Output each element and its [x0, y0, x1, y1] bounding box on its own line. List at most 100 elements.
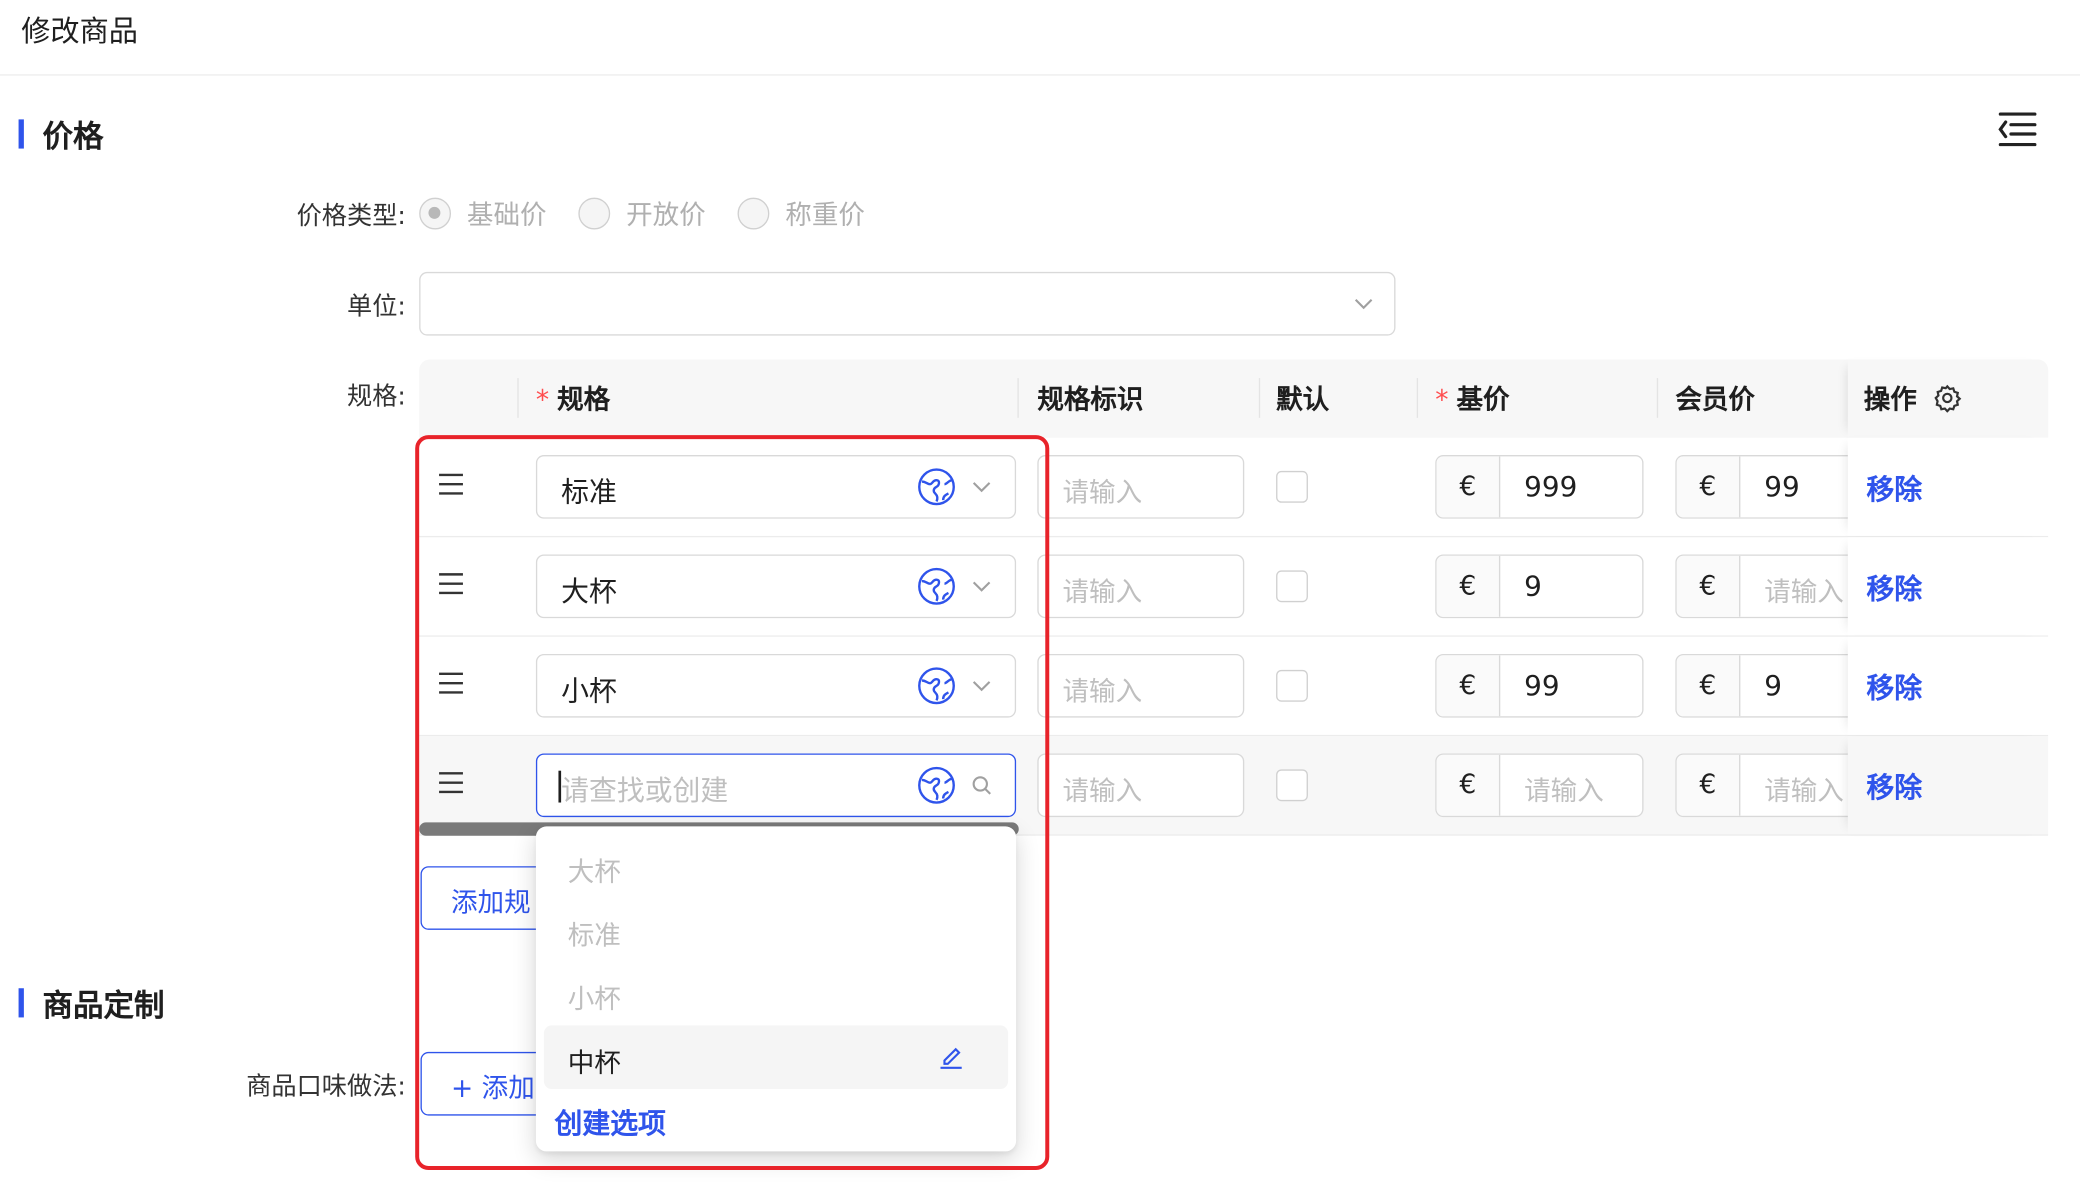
globe-translate-icon[interactable] — [917, 566, 957, 606]
required-mark: * — [535, 383, 550, 416]
remove-link[interactable]: 移除 — [1866, 767, 1922, 807]
default-checkbox[interactable] — [1276, 669, 1308, 702]
action-column-header: 操作 — [1847, 359, 2049, 438]
base-price-value: 9 — [1524, 570, 1542, 603]
column-header-action: 操作 — [1863, 383, 1917, 416]
price-section-title: 价格 — [42, 120, 104, 156]
column-header-member-price: 会员价 — [1675, 383, 1755, 416]
drag-handle-icon[interactable] — [438, 670, 465, 697]
dropdown-option[interactable]: 标准 — [568, 914, 621, 952]
table-row: 请查找或创建 请输入 € 请输入 € 请输入 移除 — [419, 736, 2049, 836]
unit-label: 单位: — [347, 291, 406, 322]
table-header: * 规格 规格标识 默认 * 基价 会员价 操作 — [419, 359, 2049, 438]
radio-checked-icon — [419, 196, 452, 229]
required-mark: * — [1435, 383, 1449, 416]
dropdown-option[interactable]: 小杯 — [568, 978, 621, 1016]
action-cell: 移除 — [1847, 636, 2049, 735]
default-checkbox[interactable] — [1276, 470, 1308, 503]
column-header-spec-id: 规格标识 — [1037, 383, 1144, 416]
radio-open-price[interactable]: 开放价 — [578, 194, 706, 232]
chevron-down-icon — [972, 681, 991, 692]
base-price-placeholder: 请输入 — [1524, 774, 1604, 807]
dropdown-option[interactable]: 大杯 — [568, 850, 621, 888]
member-price-input[interactable]: € 请输入 — [1675, 554, 1862, 619]
radio-base-price[interactable]: 基础价 — [419, 194, 547, 232]
customize-section-title: 商品定制 — [42, 989, 165, 1025]
add-spec-button[interactable]: 添加规 — [420, 866, 554, 930]
radio-unchecked-icon — [578, 196, 611, 229]
header-divider — [0, 74, 2080, 76]
price-type-label: 价格类型: — [296, 201, 406, 231]
member-price-value: 99 — [1764, 470, 1800, 503]
member-price-input[interactable]: €9 — [1675, 653, 1862, 718]
currency-symbol: € — [1436, 555, 1501, 617]
section-accent-bar — [18, 988, 24, 1018]
remove-link[interactable]: 移除 — [1866, 568, 1922, 608]
edit-pencil-icon[interactable] — [937, 1041, 966, 1070]
drag-handle-icon[interactable] — [438, 570, 465, 597]
column-header-base-price: * 基价 — [1435, 378, 1509, 416]
table-row: 标准 请输入 €999 €99 移除 — [419, 437, 2049, 538]
menu-collapse-icon[interactable] — [1995, 109, 2037, 149]
page-title: 修改商品 — [21, 15, 138, 50]
radio-unchecked-icon — [737, 196, 770, 229]
dropdown-option-active[interactable]: 中杯 — [543, 1025, 1009, 1090]
spec-id-placeholder: 请输入 — [1062, 774, 1143, 807]
drag-handle-icon[interactable] — [438, 471, 465, 498]
spec-id-input[interactable]: 请输入 — [1037, 454, 1245, 519]
spec-select[interactable]: 小杯 — [535, 653, 1017, 718]
currency-symbol: € — [1676, 555, 1741, 617]
spec-label: 规格: — [347, 382, 406, 412]
spec-id-placeholder: 请输入 — [1062, 575, 1143, 608]
remove-link[interactable]: 移除 — [1866, 468, 1922, 508]
base-price-value: 999 — [1524, 470, 1578, 503]
spec-id-input[interactable]: 请输入 — [1037, 554, 1245, 619]
base-price-input[interactable]: €99 — [1435, 653, 1644, 718]
unit-select[interactable] — [419, 271, 1396, 336]
dropdown-option-label: 中杯 — [567, 1046, 621, 1079]
add-flavor-button[interactable]: + 添加 — [420, 1051, 554, 1116]
action-cell: 移除 — [1847, 537, 2049, 636]
column-divider — [1656, 378, 1659, 418]
gear-icon[interactable] — [1933, 383, 1962, 413]
chevron-down-icon — [972, 482, 991, 493]
globe-translate-icon[interactable] — [917, 765, 957, 805]
base-price-value: 99 — [1524, 669, 1560, 702]
column-header-label: 基价 — [1456, 383, 1510, 416]
member-price-input[interactable]: € 请输入 — [1675, 753, 1862, 818]
price-type-radio-group: 基础价 开放价 称重价 — [419, 194, 897, 232]
default-checkbox[interactable] — [1276, 769, 1308, 802]
section-accent-bar — [18, 119, 24, 149]
spec-select[interactable]: 大杯 — [535, 554, 1017, 619]
currency-symbol: € — [1676, 456, 1741, 518]
table-row: 小杯 请输入 €99 €9 移除 — [419, 636, 2049, 737]
spec-search-input[interactable]: 请查找或创建 — [535, 753, 1017, 818]
customize-section-header: 商品定制 — [18, 980, 165, 1025]
chevron-down-icon — [1354, 299, 1373, 310]
create-option-link[interactable]: 创建选项 — [554, 1102, 665, 1142]
page: 修改商品 价格 价格类型: 基础价 开放价 称重价 单位: 规格: * 规格 规… — [0, 0, 2080, 1187]
globe-translate-icon[interactable] — [917, 467, 957, 507]
globe-translate-icon[interactable] — [917, 666, 957, 706]
spec-select[interactable]: 标准 — [535, 454, 1017, 519]
base-price-input[interactable]: €9 — [1435, 554, 1644, 619]
remove-link[interactable]: 移除 — [1866, 667, 1922, 707]
member-price-placeholder: 请输入 — [1764, 774, 1844, 807]
spec-id-input[interactable]: 请输入 — [1037, 753, 1245, 818]
spec-id-input[interactable]: 请输入 — [1037, 653, 1245, 718]
member-price-input[interactable]: €99 — [1675, 454, 1862, 519]
radio-weight-price[interactable]: 称重价 — [737, 194, 865, 232]
member-price-placeholder: 请输入 — [1764, 575, 1844, 608]
radio-label: 基础价 — [466, 198, 547, 231]
column-divider — [517, 378, 519, 418]
base-price-input[interactable]: €999 — [1435, 454, 1644, 519]
spec-value: 标准 — [561, 476, 617, 509]
currency-symbol: € — [1436, 655, 1501, 717]
drag-handle-icon[interactable] — [438, 769, 465, 796]
base-price-input[interactable]: € 请输入 — [1435, 753, 1644, 818]
currency-symbol: € — [1676, 655, 1741, 717]
spec-options-dropdown: 大杯 标准 小杯 中杯 创建选项 — [535, 826, 1017, 1152]
spec-value: 小杯 — [561, 675, 617, 708]
column-divider — [1416, 378, 1419, 418]
default-checkbox[interactable] — [1276, 570, 1308, 603]
